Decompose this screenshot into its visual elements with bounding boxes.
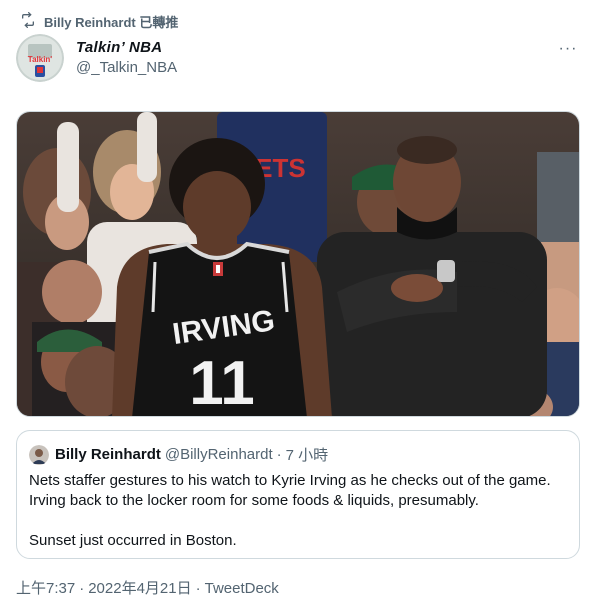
jersey-number: 11 — [189, 349, 255, 417]
separator-dot: · — [79, 580, 85, 597]
avatar-logo-text: Talkin' — [28, 55, 53, 64]
tweet-photo[interactable]: NETS IRVING 11 — [16, 111, 580, 417]
separator-dot: · — [195, 580, 201, 597]
retweet-header[interactable]: Billy Reinhardt 已轉推 — [20, 12, 178, 31]
quoted-tweet-header: Billy Reinhardt @BillyReinhardt · 7 小時 — [29, 444, 328, 465]
more-options-button[interactable]: ··· — [557, 38, 579, 60]
separator-dot: · — [276, 446, 282, 463]
quoted-tweet-time: 7 小時 — [285, 447, 329, 464]
quoted-author-avatar — [29, 444, 49, 465]
tweet-time-link[interactable]: 上午7:37 · 2022年4月21日 — [16, 580, 192, 597]
retweet-label[interactable]: Billy Reinhardt 已轉推 — [44, 12, 178, 31]
tweet-metadata: 上午7:37 · 2022年4月21日 · TweetDeck — [16, 577, 279, 598]
quoted-tweet-text: Nets staffer gestures to his watch to Ky… — [29, 471, 569, 551]
tweet-date: 2022年4月21日 — [88, 580, 192, 597]
quoted-tweet[interactable]: Billy Reinhardt @BillyReinhardt · 7 小時 N… — [16, 430, 580, 559]
tweet-time: 上午7:37 — [16, 580, 76, 597]
tweet-client[interactable]: TweetDeck — [205, 580, 279, 597]
author-avatar[interactable]: Talkin' — [16, 34, 64, 82]
tweet-author: Talkin' Talkin’ NBA @_Talkin_NBA ··· — [16, 34, 579, 82]
quoted-text-line: Sunset just occurred in Boston. — [29, 532, 237, 549]
quoted-author-name: Billy Reinhardt — [55, 446, 161, 463]
quoted-text-line: Nets staffer gestures to his watch to Ky… — [29, 472, 551, 489]
author-name[interactable]: Talkin’ NBA — [76, 38, 177, 58]
quoted-author-handle: @BillyReinhardt — [164, 446, 273, 463]
quoted-text-line: Irving back to the locker room for some … — [29, 492, 479, 509]
author-handle[interactable]: @_Talkin_NBA — [76, 58, 177, 78]
retweet-icon — [20, 12, 36, 31]
more-options-icon: ··· — [558, 40, 578, 57]
